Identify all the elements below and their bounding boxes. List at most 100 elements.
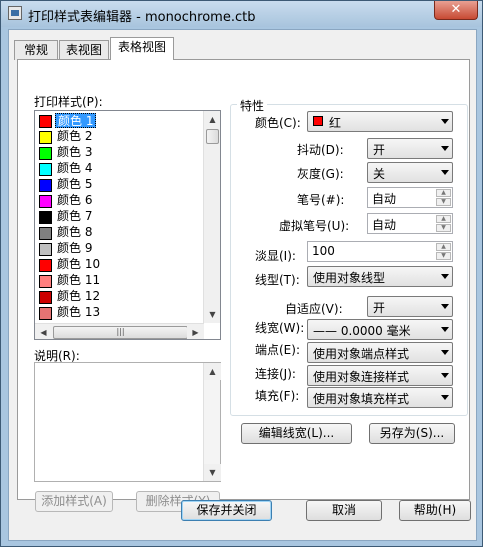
close-button[interactable]: ✕ (434, 1, 478, 20)
lineweight-select[interactable]: —— 0.0000 毫米 (307, 319, 453, 340)
adaptive-label: 自适应(V): (285, 302, 343, 316)
plot-style-item[interactable]: 颜色 11 (37, 273, 203, 289)
plot-style-label: 颜色 2 (57, 129, 93, 143)
spinner-buttons[interactable]: ▲ ▼ (436, 243, 451, 260)
chevron-down-icon (441, 274, 449, 279)
properties-title: 特性 (237, 97, 268, 114)
plot-style-item[interactable]: 颜色 10 (37, 257, 203, 273)
color-swatch (39, 179, 52, 192)
end-style-value: 使用对象端点样式 (313, 347, 410, 361)
plot-style-item[interactable]: 颜色 3 (37, 145, 203, 161)
scroll-left-icon[interactable]: ◀ (35, 324, 52, 339)
linetype-label: 线型(T): (255, 273, 300, 287)
plot-styles-list[interactable]: 颜色 1 颜色 2 颜色 3 颜色 4 颜色 5 颜色 6 颜色 7 颜色 8 颜色 9 颜色 1… (34, 110, 221, 340)
plot-style-label: 颜色 12 (57, 289, 101, 303)
plot-style-label: 颜色 5 (57, 177, 93, 191)
plot-style-item[interactable]: 颜色 12 (37, 289, 203, 305)
color-swatch (39, 307, 52, 320)
pen-number-spinner[interactable]: 自动 ▲ ▼ (367, 187, 453, 208)
virtual-pen-spinner[interactable]: 自动 ▲ ▼ (367, 213, 453, 234)
plot-styles-label: 打印样式(P): (34, 95, 103, 109)
scroll-up-icon[interactable]: ▲ (204, 363, 221, 380)
spinner-buttons[interactable]: ▲ ▼ (436, 189, 451, 206)
dither-label: 抖动(D): (297, 143, 344, 157)
color-swatch (39, 163, 52, 176)
form-view-panel: 打印样式(P): 颜色 1 颜色 2 颜色 3 颜色 4 颜色 5 颜色 6 颜色 7 颜色 … (17, 59, 470, 512)
list-horizontal-scrollbar[interactable]: ◀ ||| ▶ (35, 323, 204, 339)
color-swatch (39, 243, 52, 256)
scroll-thumb[interactable] (206, 129, 219, 144)
save-and-close-button[interactable]: 保存并关闭 (181, 500, 272, 521)
chevron-down-icon (441, 170, 449, 175)
tab-general[interactable]: 常规 (14, 40, 58, 60)
screening-spinner[interactable]: 100 ▲ ▼ (307, 241, 453, 262)
screening-value: 100 (312, 244, 335, 258)
chevron-down-icon (441, 395, 449, 400)
description-scrollbar[interactable]: ▲ ▼ (203, 363, 221, 481)
add-style-button[interactable]: 添加样式(A) (35, 491, 113, 512)
description-textarea[interactable]: ▲ ▼ (34, 362, 221, 482)
save-as-button[interactable]: 另存为(S)... (369, 423, 455, 444)
cancel-button[interactable]: 取消 (306, 500, 382, 521)
title-bar[interactable]: 打印样式表编辑器 - monochrome.ctb ✕ (1, 1, 482, 27)
scroll-thumb-horizontal[interactable]: ||| (53, 326, 188, 339)
color-select[interactable]: 红 (307, 111, 453, 132)
plot-style-label: 颜色 10 (57, 257, 101, 271)
list-vertical-scrollbar[interactable]: ▲ ▼ (203, 111, 220, 323)
color-swatch (39, 291, 52, 304)
adaptive-select[interactable]: 开 (367, 296, 453, 317)
tab-table-view[interactable]: 表视图 (59, 40, 109, 60)
grayscale-label: 灰度(G): (297, 167, 344, 181)
plot-style-item[interactable]: 颜色 2 (37, 129, 203, 145)
color-swatch (39, 147, 52, 160)
fill-style-select[interactable]: 使用对象填充样式 (307, 387, 453, 408)
scroll-down-icon[interactable]: ▼ (204, 306, 220, 323)
plot-style-label: 颜色 4 (57, 161, 93, 175)
plot-style-item[interactable]: 颜色 5 (37, 177, 203, 193)
plot-style-label: 颜色 3 (57, 145, 93, 159)
color-swatch (39, 131, 52, 144)
fill-style-label: 填充(F): (255, 389, 300, 403)
pen-number-value: 自动 (372, 192, 397, 206)
color-swatch (39, 227, 52, 240)
plot-style-item[interactable]: 颜色 7 (37, 209, 203, 225)
color-value: 红 (329, 116, 342, 130)
tab-form-view[interactable]: 表格视图 (110, 37, 174, 60)
color-swatch (39, 211, 52, 224)
spinner-buttons[interactable]: ▲ ▼ (436, 215, 451, 232)
scroll-up-icon[interactable]: ▲ (204, 111, 220, 128)
plot-style-item[interactable]: 颜色 8 (37, 225, 203, 241)
plot-style-item[interactable]: 颜色 6 (37, 193, 203, 209)
adaptive-value: 开 (373, 301, 386, 315)
plot-style-item[interactable]: 颜色 13 (37, 305, 203, 321)
plot-style-item[interactable]: 颜色 1 (37, 113, 203, 129)
help-button[interactable]: 帮助(H) (399, 500, 471, 521)
pen-number-label: 笔号(#): (297, 193, 345, 207)
grayscale-select[interactable]: 关 (367, 162, 453, 183)
dither-value: 开 (373, 143, 386, 157)
color-label: 颜色(C): (255, 116, 301, 130)
end-style-select[interactable]: 使用对象端点样式 (307, 342, 453, 363)
join-style-label: 连接(J): (255, 367, 296, 381)
dither-select[interactable]: 开 (367, 138, 453, 159)
color-swatch (39, 275, 52, 288)
scroll-down-icon[interactable]: ▼ (204, 464, 221, 481)
join-style-select[interactable]: 使用对象连接样式 (307, 365, 453, 386)
window-title: 打印样式表编辑器 - monochrome.ctb (28, 10, 256, 25)
chevron-down-icon (441, 350, 449, 355)
scroll-right-icon[interactable]: ▶ (187, 324, 204, 339)
linetype-select[interactable]: 使用对象线型 (307, 266, 453, 287)
lineweight-label: 线宽(W): (255, 321, 305, 335)
plot-style-label: 颜色 13 (57, 305, 101, 319)
plot-style-item[interactable]: 颜色 9 (37, 241, 203, 257)
edit-lineweights-button[interactable]: 编辑线宽(L)... (241, 423, 352, 444)
plot-style-label: 颜色 9 (57, 241, 93, 255)
fill-style-value: 使用对象填充样式 (313, 392, 410, 406)
plot-style-item[interactable]: 颜色 4 (37, 161, 203, 177)
plot-style-label: 颜色 1 (55, 113, 97, 128)
plot-style-label: 颜色 11 (57, 273, 101, 287)
plot-style-label: 颜色 8 (57, 225, 93, 239)
screening-label: 淡显(I): (255, 249, 296, 263)
plot-style-label: 颜色 7 (57, 209, 93, 223)
plot-style-label: 颜色 6 (57, 193, 93, 207)
